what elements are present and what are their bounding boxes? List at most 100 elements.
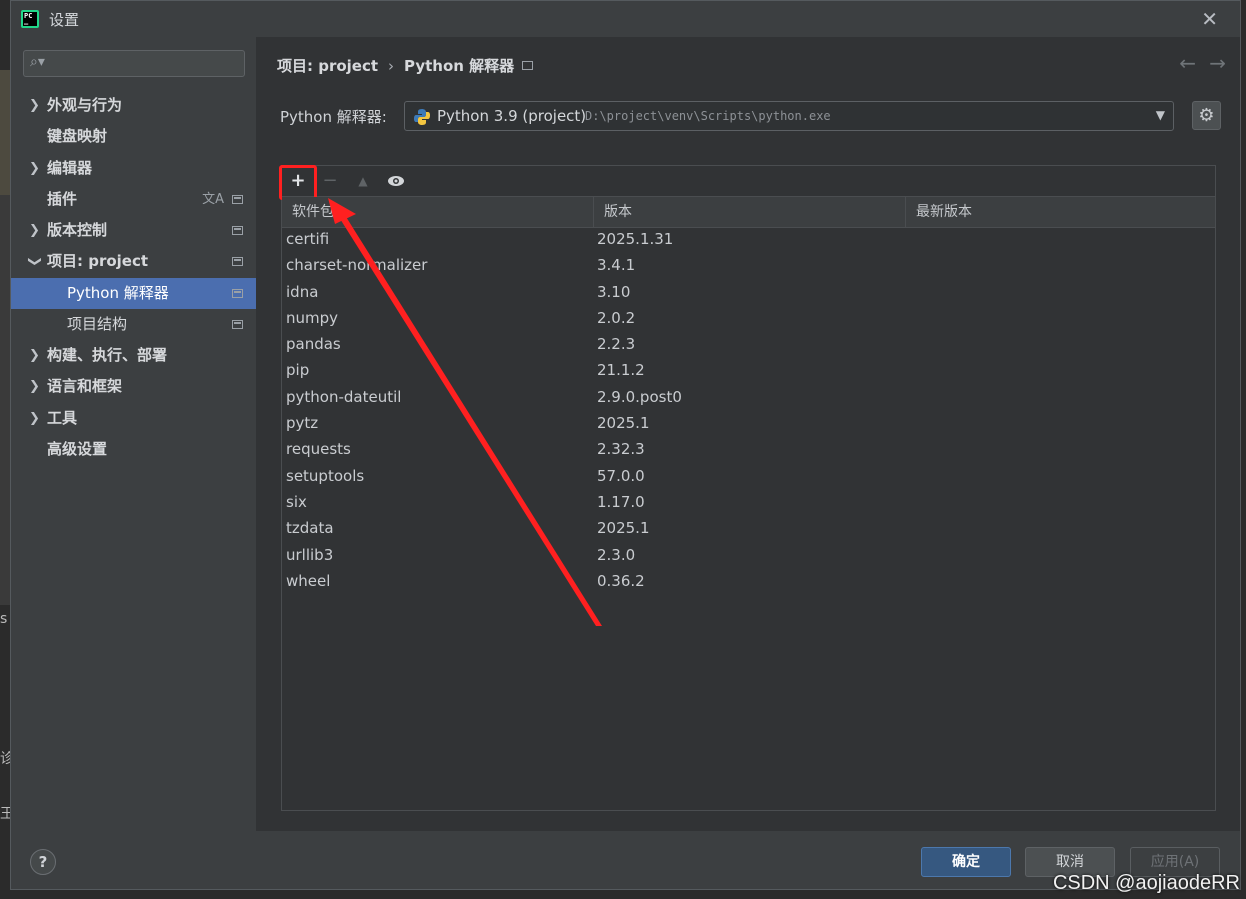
- sidebar-item-label: 构建、执行、部署: [47, 346, 168, 364]
- project-scope-icon: [232, 257, 243, 266]
- arrow-right-icon[interactable]: →: [1209, 51, 1226, 75]
- settings-sidebar: ⌕▾ ❯ 外观与行为 键盘映射 ❯ 编辑器 插件 文A ❯ 版本控制 ❯ 项目:…: [11, 37, 256, 831]
- sidebar-item-keymap[interactable]: 键盘映射: [11, 121, 256, 152]
- package-name: numpy: [286, 308, 339, 327]
- package-name: python-dateutil: [286, 387, 402, 406]
- sidebar-item-languages[interactable]: ❯ 语言和框架: [11, 371, 256, 402]
- gear-icon: ⚙: [1198, 105, 1215, 126]
- package-version: 2025.1: [597, 519, 650, 538]
- sidebar-item-label: 项目结构: [67, 315, 128, 333]
- sidebar-item-label: 工具: [47, 409, 78, 427]
- sidebar-item-advanced[interactable]: 高级设置: [11, 434, 256, 465]
- sidebar-item-appearance[interactable]: ❯ 外观与行为: [11, 90, 256, 121]
- sidebar-item-python-interpreter[interactable]: Python 解释器: [11, 278, 256, 309]
- breadcrumb-current: Python 解释器: [404, 57, 515, 75]
- table-row[interactable]: pip 21.1.2: [282, 359, 1215, 385]
- project-scope-icon: [522, 61, 533, 70]
- sidebar-item-plugins[interactable]: 插件 文A: [11, 184, 256, 215]
- sidebar-item-project[interactable]: ❯ 项目: project: [11, 246, 256, 277]
- sidebar-item-label: Python 解释器: [67, 284, 169, 302]
- package-version: 2025.1.31: [597, 230, 674, 248]
- search-input[interactable]: ⌕▾: [23, 50, 245, 77]
- sidebar-item-editor[interactable]: ❯ 编辑器: [11, 153, 256, 184]
- breadcrumb-parent[interactable]: 项目: project: [277, 57, 378, 75]
- table-row[interactable]: charset-normalizer 3.4.1: [282, 254, 1215, 280]
- chevron-right-icon: ❯: [29, 223, 40, 238]
- interpreter-settings-button[interactable]: ⚙: [1192, 101, 1221, 130]
- upgrade-package-button[interactable]: ▲: [351, 169, 375, 193]
- column-header-package[interactable]: 软件包: [282, 197, 594, 227]
- package-name: pip: [286, 361, 310, 380]
- help-icon[interactable]: ?: [30, 849, 56, 875]
- table-row[interactable]: six 1.17.0: [282, 491, 1215, 517]
- sidebar-item-project-structure[interactable]: 项目结构: [11, 309, 256, 340]
- table-row[interactable]: certifi 2025.1.31: [282, 228, 1215, 254]
- project-scope-icon: [232, 195, 243, 204]
- package-version: 1.17.0: [597, 492, 645, 511]
- table-row[interactable]: setuptools 57.0.0: [282, 465, 1215, 491]
- package-version: 57.0.0: [597, 466, 645, 485]
- table-row[interactable]: requests 2.32.3: [282, 438, 1215, 464]
- sidebar-item-label: 键盘映射: [47, 127, 108, 145]
- highlight-box: [279, 165, 317, 200]
- sidebar-item-tools[interactable]: ❯ 工具: [11, 403, 256, 434]
- package-version: 2.0.2: [597, 308, 636, 327]
- package-table-body: certifi 2025.1.31 charset-normalizer 3.4.1…: [282, 228, 1215, 596]
- package-version: 3.4.1: [597, 256, 636, 275]
- chevron-right-icon: ❯: [29, 98, 40, 113]
- column-header-version[interactable]: 版本: [594, 197, 906, 227]
- column-header-latest[interactable]: 最新版本: [906, 197, 1216, 227]
- sidebar-item-label: 编辑器: [47, 159, 93, 177]
- package-name: charset-normalizer: [286, 256, 428, 275]
- project-scope-icon: [232, 320, 243, 329]
- caret-down-icon: ▼: [1155, 108, 1165, 122]
- package-name: certifi: [286, 230, 330, 248]
- package-version: 2.32.3: [597, 440, 645, 459]
- table-row[interactable]: pandas 2.2.3: [282, 333, 1215, 359]
- package-version: 2.2.3: [597, 335, 636, 354]
- table-row[interactable]: pytz 2025.1: [282, 412, 1215, 438]
- chevron-right-icon: ❯: [29, 348, 40, 363]
- pycharm-logo-icon: PC —: [21, 10, 39, 28]
- title-bar: PC — 设置 ✕: [11, 1, 1240, 37]
- interpreter-path: D:\project\venv\Scripts\python.exe: [585, 109, 831, 123]
- project-scope-icon: [232, 289, 243, 298]
- package-name: requests: [286, 440, 351, 459]
- breadcrumb-separator: ›: [388, 57, 395, 75]
- ok-button[interactable]: 确定: [921, 847, 1011, 877]
- table-row[interactable]: wheel 0.36.2: [282, 570, 1215, 596]
- remove-package-button[interactable]: −: [318, 169, 342, 193]
- interpreter-select[interactable]: Python 3.9 (project) D:\project\venv\Scr…: [404, 101, 1174, 131]
- eye-icon: [388, 176, 404, 186]
- watermark: CSDN @aojiaodeRR: [1052, 872, 1240, 894]
- background-text: s: [0, 611, 8, 627]
- interpreter-label: Python 解释器:: [280, 108, 387, 126]
- package-version: 0.36.2: [597, 571, 645, 590]
- sidebar-item-label: 项目: project: [47, 252, 149, 270]
- table-row[interactable]: tzdata 2025.1: [282, 517, 1215, 543]
- table-row[interactable]: numpy 2.0.2: [282, 307, 1215, 333]
- close-icon[interactable]: ✕: [1201, 7, 1218, 31]
- settings-dialog: PC — 设置 ✕ ⌕▾ ❯ 外观与行为 键盘映射 ❯ 编辑器 插件 文A ❯ 版…: [10, 0, 1241, 890]
- sidebar-item-label: 高级设置: [47, 440, 108, 458]
- table-header: 软件包 版本 最新版本: [282, 197, 1215, 228]
- window-title: 设置: [49, 11, 80, 29]
- translate-icon: 文A: [202, 192, 224, 207]
- package-name: setuptools: [286, 466, 365, 485]
- package-name: tzdata: [286, 519, 334, 538]
- package-version: 2.9.0.post0: [597, 387, 682, 406]
- sidebar-item-label: 插件: [47, 190, 78, 208]
- sidebar-item-vcs[interactable]: ❯ 版本控制: [11, 215, 256, 246]
- interpreter-name: Python 3.9 (project): [437, 107, 587, 125]
- sidebar-item-label: 版本控制: [47, 221, 108, 239]
- package-version: 2025.1: [597, 414, 650, 433]
- show-latest-button[interactable]: [384, 169, 408, 193]
- sidebar-item-build[interactable]: ❯ 构建、执行、部署: [11, 340, 256, 371]
- table-row[interactable]: urllib3 2.3.0: [282, 544, 1215, 570]
- package-toolbar: + − ▲: [279, 165, 1215, 200]
- table-row[interactable]: idna 3.10: [282, 281, 1215, 307]
- package-version: 3.10: [597, 282, 631, 301]
- package-name: urllib3: [286, 545, 334, 564]
- table-row[interactable]: python-dateutil 2.9.0.post0: [282, 386, 1215, 412]
- arrow-left-icon[interactable]: ←: [1179, 51, 1196, 75]
